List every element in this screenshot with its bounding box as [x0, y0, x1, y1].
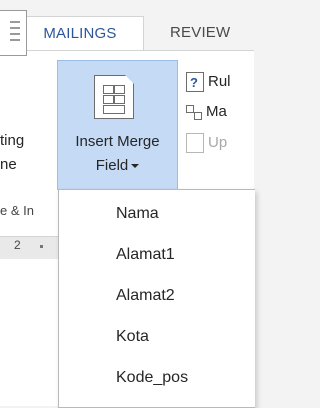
tab-mailings[interactable]: MAILINGS: [16, 16, 144, 51]
update-labels-label: Up: [208, 134, 228, 151]
menu-item-label: Nama: [116, 205, 159, 222]
ruler-tick: [40, 245, 43, 248]
insert-merge-field-button[interactable]: Insert Merge Field: [57, 60, 178, 190]
menu-item-alamat2[interactable]: Alamat2: [59, 278, 255, 314]
document-icon[interactable]: [0, 10, 27, 56]
menu-item-alamat1[interactable]: Alamat1: [59, 237, 255, 273]
group-label: e & In: [0, 203, 34, 218]
menu-item-label: Alamat1: [116, 246, 175, 263]
update-labels-button: Up: [186, 131, 227, 155]
menu-item-label: Kota: [116, 328, 149, 345]
merge-field-menu: Nama Alamat1 Alamat2 Kota Kode_pos: [58, 189, 255, 408]
rules-button[interactable]: Rul: [186, 70, 231, 95]
match-fields-label: Ma: [206, 103, 227, 120]
insert-merge-field-label-line2: Field: [58, 157, 177, 174]
ribbon-tab-strip: MAILINGS REVIEW: [0, 0, 254, 51]
rules-icon: [186, 71, 204, 95]
menu-item-label: Alamat2: [116, 287, 175, 304]
menu-item-kode-pos[interactable]: Kode_pos: [59, 360, 255, 396]
match-fields-icon: [186, 103, 202, 121]
update-labels-icon: [186, 133, 204, 154]
merge-field-icon: [94, 75, 134, 119]
field-label: Field: [95, 157, 129, 174]
left-button-label-line1[interactable]: ting: [0, 132, 24, 149]
tab-review[interactable]: REVIEW: [170, 16, 230, 50]
insert-merge-field-label: Insert Merge: [75, 133, 160, 150]
ruler-number: 2: [14, 238, 21, 252]
menu-item-kota[interactable]: Kota: [59, 319, 255, 355]
menu-item-nama[interactable]: Nama: [59, 196, 255, 232]
menu-item-label: Kode_pos: [116, 369, 189, 386]
left-button-label-line2[interactable]: ne: [0, 156, 17, 173]
chevron-down-icon: [131, 164, 140, 169]
match-fields-button[interactable]: Ma: [186, 100, 227, 124]
rules-label: Rul: [208, 73, 231, 90]
